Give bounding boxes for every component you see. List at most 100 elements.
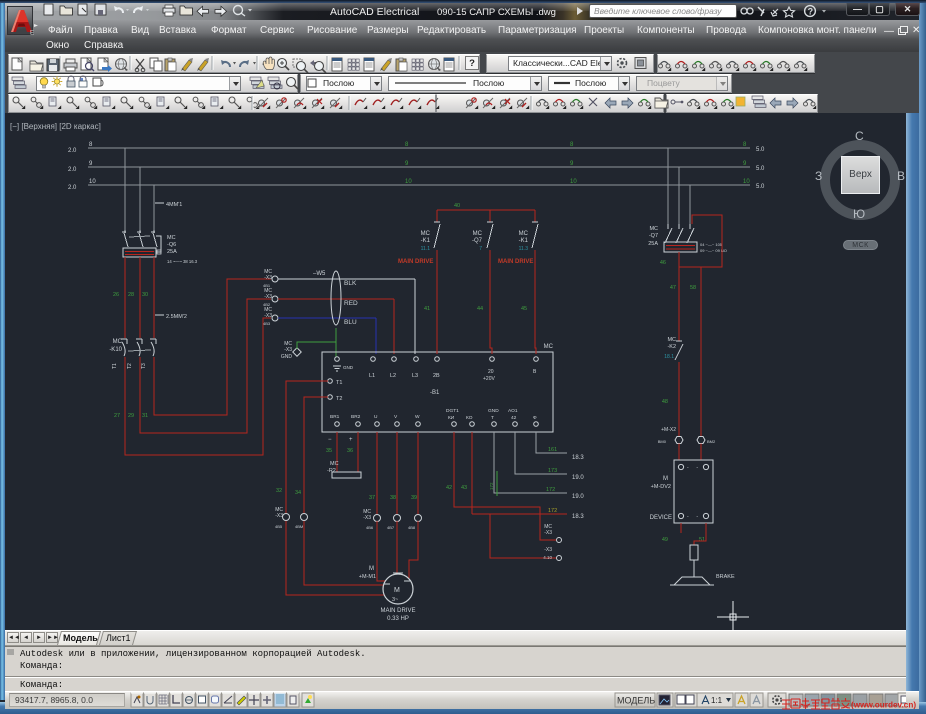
svg-text:34: 34 [295,490,301,496]
svg-text:ВR2: ВR2 [351,414,361,420]
svg-text:9: 9 [570,161,574,167]
svg-text:BRAKE: BRAKE [716,574,735,580]
svg-text:8: 8 [89,142,93,148]
svg-text:36: 36 [347,448,353,454]
svg-text:MAIN DRIVE: MAIN DRIVE [498,259,533,265]
svg-text:L2: L2 [390,373,396,379]
svg-text:48: 48 [662,399,668,405]
svg-text:+: + [349,437,353,443]
svg-text:-X3: -X3 [363,515,371,521]
svg-text:35: 35 [326,448,332,454]
svg-text:172: 172 [548,508,557,514]
svg-text:[−] [Верхняя] [2D каркас]: [−] [Верхняя] [2D каркас] [10,122,101,131]
svg-text:RED: RED [344,300,358,307]
svg-text:5.0: 5.0 [756,166,765,172]
svg-text:4ММ'1: 4ММ'1 [166,202,182,208]
svg-text:–W5: –W5 [313,271,326,277]
svg-text:04 ~—~ 105: 04 ~—~ 105 [700,242,723,247]
svg-text:14 ~—~ 38 16.3: 14 ~—~ 38 16.3 [167,259,198,264]
svg-text:BLK: BLK [344,280,357,287]
svg-text:Т3: Т3 [141,363,147,369]
svg-text:МС: МС [544,344,554,350]
svg-text:-X3: -X3 [264,313,272,319]
svg-text:ВR1: ВR1 [330,414,340,420]
svg-text:20: 20 [488,369,494,375]
svg-text:L1: L1 [369,373,375,379]
svg-text:-: - [687,514,689,520]
svg-text:-В1: -В1 [430,390,440,396]
svg-text:47: 47 [670,285,676,291]
svg-text:28: 28 [128,292,134,298]
svg-text:7: 7 [479,246,482,252]
svg-text:АО1: АО1 [508,408,518,414]
svg-text:25А: 25А [167,249,177,255]
svg-text:45: 45 [521,306,527,312]
svg-text:-K1: -K1 [421,238,431,244]
svg-text:ВМ0: ВМ0 [658,439,667,444]
svg-text:42: 42 [511,415,517,421]
svg-text:MAIN DRIVE: MAIN DRIVE [380,608,415,614]
svg-text:-X3: -X3 [284,347,292,353]
svg-text:4В7: 4В7 [387,525,395,530]
svg-text:2.5ММ'2: 2.5ММ'2 [166,314,187,320]
svg-text:М: М [394,587,400,594]
svg-text:5.0: 5.0 [756,147,765,153]
svg-text:29: 29 [128,413,134,419]
svg-text:МС: МС [421,231,431,237]
svg-text:58: 58 [690,285,696,291]
svg-text:49: 49 [662,537,668,543]
svg-text:4В3: 4В3 [263,321,271,326]
svg-text:-K1: -K1 [519,238,529,244]
svg-text:-Q6: -Q6 [167,242,176,248]
svg-text:46: 46 [660,260,666,266]
svg-text:-X3: -X3 [264,275,272,281]
svg-text:1:1: 1:1 [711,696,723,705]
svg-text:-X3: -X3 [544,547,552,553]
svg-text:2.0: 2.0 [68,167,77,173]
svg-text:38: 38 [390,495,396,501]
svg-text:173: 173 [548,468,557,474]
svg-text:V: V [394,414,398,420]
svg-text:18.3: 18.3 [572,514,584,520]
svg-text:09 ~—~ 09 NO: 09 ~—~ 09 NO [700,248,727,253]
svg-text:+М-Х2: +М-Х2 [661,427,676,433]
svg-text:-Q7: -Q7 [649,233,658,239]
svg-text:2В: 2В [433,373,440,379]
svg-text:8: 8 [743,142,747,148]
svg-text:42: 42 [446,485,452,491]
svg-text:E: E [30,31,34,36]
svg-text:-R2: -R2 [327,468,336,474]
svg-text:19.0: 19.0 [572,475,584,481]
svg-text:МС: МС [113,339,123,345]
svg-text:11.1: 11.1 [421,246,431,252]
svg-text:27: 27 [114,413,120,419]
svg-text:МС: МС [667,337,676,343]
svg-text:-: - [696,465,698,471]
svg-text:МС: МС [473,231,483,237]
svg-text:GND: GND [281,354,293,360]
svg-text:8: 8 [570,142,574,148]
svg-text:2.0: 2.0 [68,148,77,154]
svg-text:ВМ2: ВМ2 [707,439,716,444]
svg-text:4В5: 4В5 [275,524,283,529]
svg-text:44: 44 [477,306,483,312]
svg-text:КИ: КИ [448,415,455,421]
svg-text:Ф: Ф [533,415,537,421]
svg-text:32: 32 [276,488,282,494]
svg-text:-: - [696,514,698,520]
svg-text:10: 10 [405,179,412,185]
svg-text:МОДЕЛЬ: МОДЕЛЬ [617,696,655,706]
svg-text:Т: Т [491,415,494,421]
svg-text:Т1: Т1 [336,380,342,386]
svg-text:Т2: Т2 [336,396,342,402]
svg-text:В: В [533,369,537,375]
svg-text:-X3: -X3 [264,294,272,300]
svg-text:41: 41 [424,306,430,312]
svg-text:DEVICE: DEVICE [650,515,672,521]
svg-text:10: 10 [570,179,577,185]
svg-text:4В2: 4В2 [263,302,271,307]
svg-text:9: 9 [89,161,93,167]
svg-text:18.1: 18.1 [664,354,674,360]
svg-text:4В1: 4В1 [263,283,271,288]
svg-text:-X3: -X3 [275,513,283,519]
